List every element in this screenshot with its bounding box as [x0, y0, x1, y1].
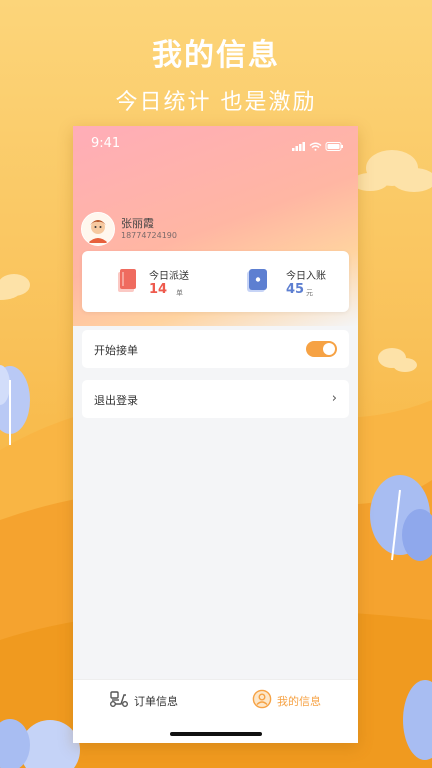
status-bar: 9:41	[73, 126, 358, 160]
battery-icon	[325, 142, 343, 151]
logout-label: 退出登录	[94, 394, 138, 407]
deliveries-stat[interactable]: 今日派送 14 单	[82, 251, 215, 312]
deliveries-value: 14	[149, 282, 168, 297]
deliveries-label: 今日派送	[149, 271, 189, 282]
tab-orders[interactable]: 订单信息	[73, 680, 215, 720]
tab-orders-label: 订单信息	[134, 695, 178, 708]
signal-icon	[292, 142, 305, 151]
today-stats-card: 今日派送 14 单 今日入账 45 元	[82, 251, 349, 312]
tab-mine-label: 我的信息	[277, 695, 321, 708]
accept-orders-label: 开始接单	[94, 344, 138, 357]
status-time: 9:41	[91, 136, 121, 151]
home-indicator	[170, 732, 262, 736]
income-value: 45	[286, 282, 305, 297]
avatar[interactable]	[81, 212, 115, 246]
income-unit: 元	[306, 289, 313, 297]
cloud-right-decoration	[352, 150, 432, 372]
accept-orders-row[interactable]: 开始接单	[82, 330, 349, 368]
toggle-knob	[323, 343, 335, 355]
cloud-left-decoration	[0, 274, 30, 300]
tab-mine[interactable]: 我的信息	[216, 680, 358, 720]
delivery-book-icon	[118, 269, 136, 292]
avatar-illustration-icon	[82, 213, 114, 245]
income-wallet-icon	[247, 269, 267, 292]
income-stat[interactable]: 今日入账 45 元	[216, 251, 349, 312]
user-name: 张丽霞	[121, 217, 154, 230]
wifi-icon	[309, 142, 322, 151]
user-phone: 18774724190	[121, 231, 177, 240]
promo-subtitle: 今日统计 也是激励	[115, 90, 317, 115]
scooter-icon	[110, 691, 128, 707]
logout-row[interactable]: 退出登录 ›	[82, 380, 349, 418]
accept-orders-toggle[interactable]	[306, 341, 337, 357]
deliveries-unit: 单	[176, 289, 183, 297]
status-icons	[292, 137, 344, 156]
phone-screen: 9:41 张丽霞 18774724190 今日派送 14 单 今日入账 45 元…	[73, 126, 358, 743]
income-label: 今日入账	[286, 271, 326, 282]
promo-title: 我的信息	[152, 38, 280, 73]
tree-left-decoration	[0, 365, 30, 445]
chevron-right-icon: ›	[331, 391, 337, 406]
user-circle-icon	[252, 689, 272, 709]
